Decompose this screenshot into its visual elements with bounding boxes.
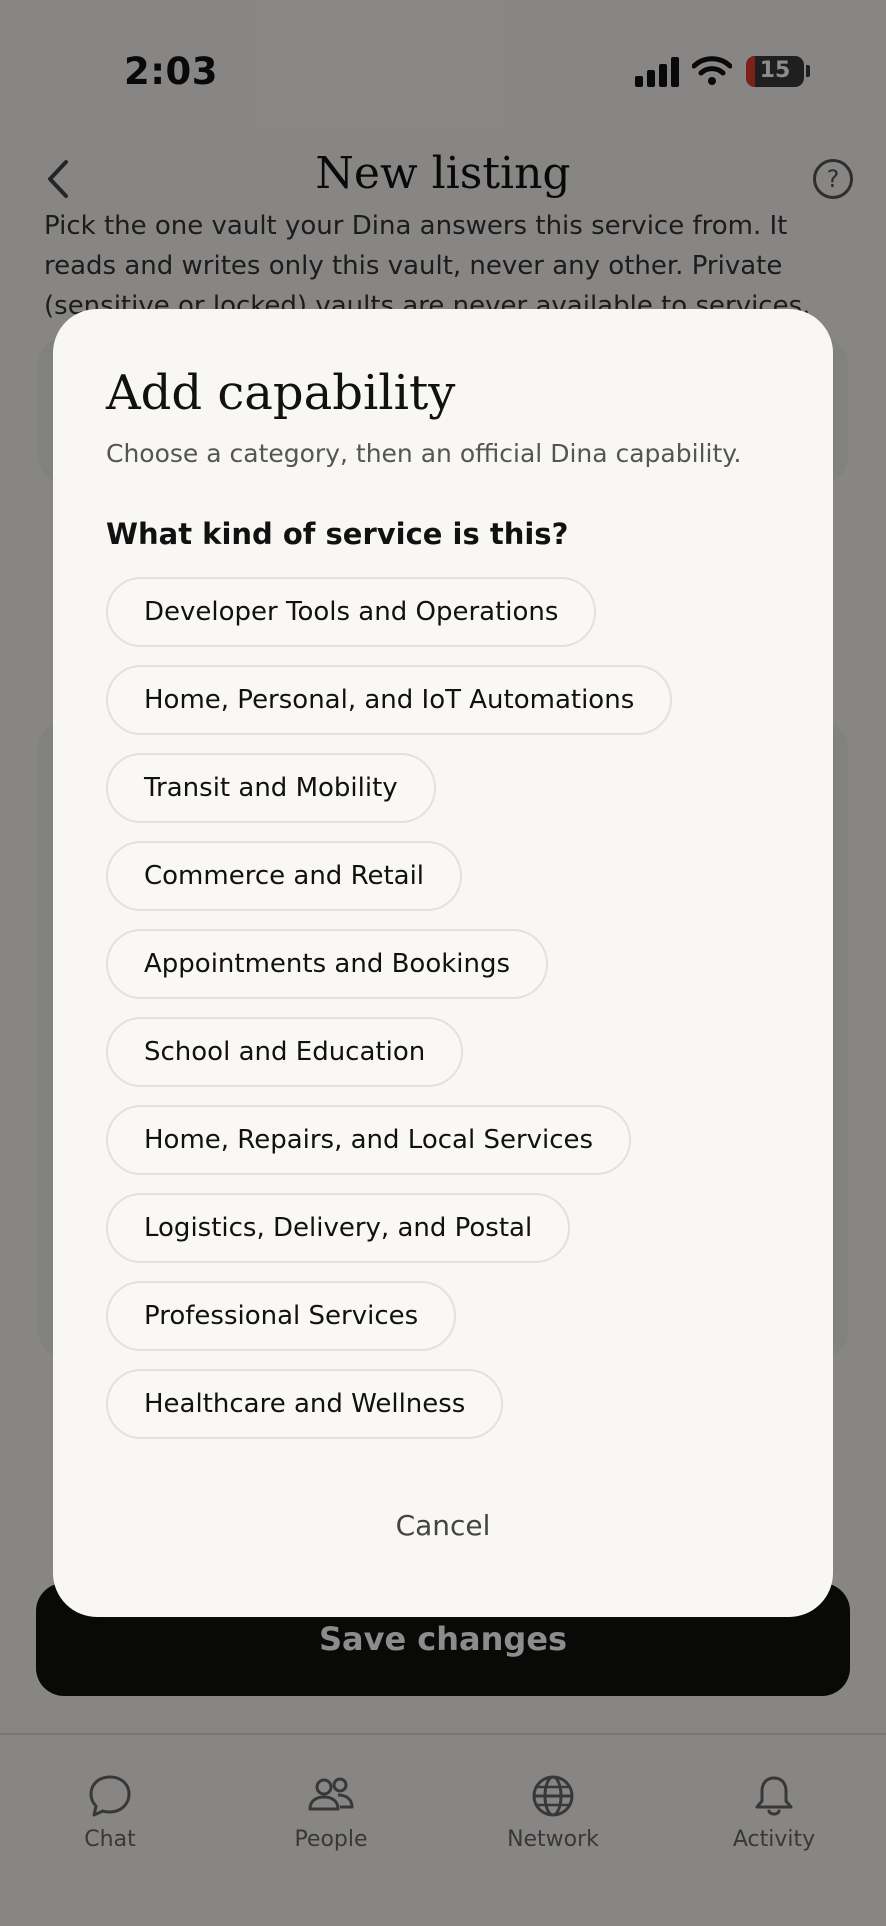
category-chip-professional[interactable]: Professional Services: [106, 1281, 457, 1351]
category-chip-education[interactable]: School and Education: [106, 1017, 464, 1087]
category-chip-appointments[interactable]: Appointments and Bookings: [106, 929, 549, 999]
dialog-subtitle: Choose a category, then an official Dina…: [106, 439, 742, 468]
category-chip-developer-tools[interactable]: Developer Tools and Operations: [106, 577, 597, 647]
dialog-title: Add capability: [106, 365, 456, 421]
add-capability-dialog: Add capability Choose a category, then a…: [53, 309, 833, 1617]
category-chip-transit[interactable]: Transit and Mobility: [106, 753, 436, 823]
category-chip-home-iot[interactable]: Home, Personal, and IoT Automations: [106, 665, 673, 735]
category-chip-logistics[interactable]: Logistics, Delivery, and Postal: [106, 1193, 571, 1263]
category-question: What kind of service is this?: [106, 517, 569, 551]
category-chip-home-repairs[interactable]: Home, Repairs, and Local Services: [106, 1105, 632, 1175]
category-chip-commerce[interactable]: Commerce and Retail: [106, 841, 463, 911]
cancel-button[interactable]: Cancel: [53, 1509, 833, 1542]
category-chip-healthcare[interactable]: Healthcare and Wellness: [106, 1369, 504, 1439]
